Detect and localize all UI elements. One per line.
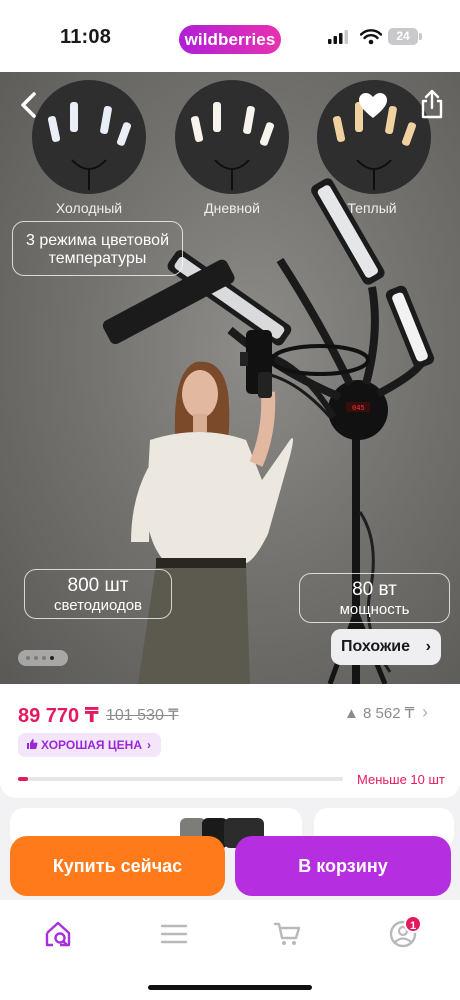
thumbs-up-icon: [27, 739, 38, 749]
price-card: 89 770 ₸ 101 530 ₸ ▲ 8 562 ₸ › ХОРОШАЯ Ц…: [0, 684, 460, 798]
mode-label-warm: Теплый: [347, 200, 397, 216]
profile-notification-badge: 1: [404, 915, 422, 933]
stock-progress-fill: [18, 777, 28, 781]
power-value: 80 вт: [352, 579, 397, 600]
carousel-dot: [34, 656, 38, 660]
chevron-right-icon: ›: [147, 738, 151, 752]
mode-circle-day: [175, 80, 289, 194]
similar-button[interactable]: Похожие ›: [331, 629, 441, 665]
carousel-dot: [42, 656, 46, 660]
mode-label-day: Дневной: [204, 200, 260, 216]
battery-icon: 24: [388, 28, 418, 45]
back-arrow-icon[interactable]: [18, 91, 40, 119]
leds-callout: 800 шт светодиодов: [24, 569, 172, 619]
battery-tip: [419, 33, 422, 40]
product-image-carousel[interactable]: 045 Холодный Дневной Теплый 3 режима цве…: [0, 72, 460, 684]
stock-label: Меньше 10 шт: [357, 772, 445, 787]
signal-icon: [328, 30, 348, 44]
home-search-icon[interactable]: [44, 920, 74, 948]
temperature-callout-line2: температуры: [48, 250, 147, 267]
current-price: 89 770 ₸: [18, 705, 99, 727]
mode-label-cold: Холодный: [55, 200, 123, 216]
svg-text:045: 045: [352, 404, 365, 412]
leds-value: 800 шт: [67, 575, 129, 596]
carousel-dots[interactable]: [18, 650, 68, 666]
leds-label: светодиодов: [53, 597, 143, 614]
power-callout: 80 вт мощность: [299, 573, 450, 623]
menu-icon[interactable]: [159, 920, 189, 948]
day-light-icon: [190, 102, 275, 190]
brand-logo: wildberries: [179, 25, 281, 54]
temperature-callout-line1: 3 режима цветовой: [26, 232, 169, 249]
carousel-dot-active: [50, 656, 54, 660]
stock-progress: [18, 777, 343, 781]
favorite-heart-icon[interactable]: [358, 92, 388, 119]
good-price-badge[interactable]: ХОРОШАЯ ЦЕНА ›: [18, 733, 161, 757]
power-label: мощность: [339, 601, 410, 618]
status-time: 11:08: [60, 26, 112, 48]
cart-icon[interactable]: [273, 920, 303, 948]
similar-label: Похожие: [341, 638, 411, 655]
cold-light-icon: [47, 102, 132, 190]
old-price: 101 530 ₸: [106, 707, 179, 724]
add-to-cart-button[interactable]: В корзину: [235, 836, 451, 896]
mode-circle-cold: [32, 80, 146, 194]
chevron-right-icon: ›: [425, 638, 431, 655]
bottom-tab-bar: 1: [0, 900, 460, 1000]
share-icon[interactable]: [420, 89, 444, 119]
temperature-callout: 3 режима цветовой температуры: [12, 221, 183, 276]
wifi-icon: [360, 29, 382, 45]
chevron-right-icon[interactable]: ›: [422, 702, 428, 723]
status-bar: 11:08 wildberries 24: [0, 0, 460, 72]
carousel-dot: [26, 656, 30, 660]
price-delta[interactable]: ▲ 8 562 ₸: [344, 704, 414, 722]
buy-now-button[interactable]: Купить сейчас: [10, 836, 225, 896]
home-indicator: [148, 985, 312, 990]
good-price-label: ХОРОШАЯ ЦЕНА: [41, 738, 142, 752]
